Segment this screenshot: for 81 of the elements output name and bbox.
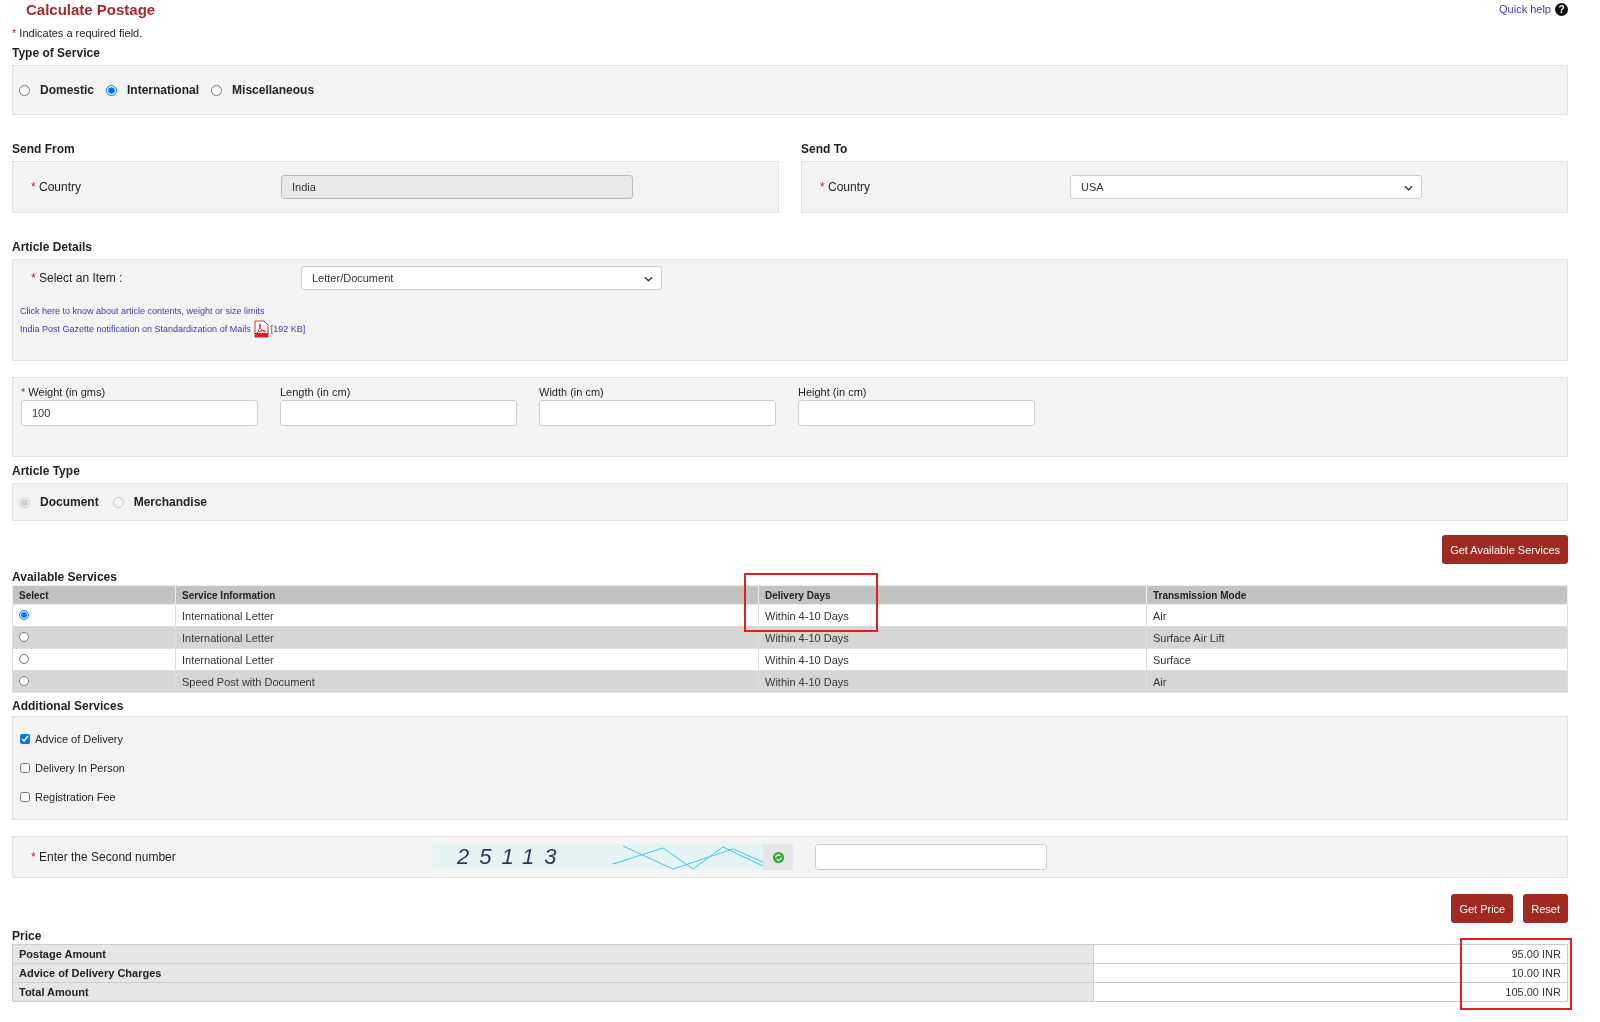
- radio-label: Domestic: [40, 83, 95, 97]
- captcha-input[interactable]: [815, 844, 1047, 870]
- input-field[interactable]: 100: [21, 400, 258, 426]
- required-mark: *: [12, 27, 17, 39]
- chevron-down-icon: [1404, 185, 1413, 191]
- table-cell: Surface Air Lift: [1146, 626, 1568, 649]
- item-dropdown[interactable]: Letter/Document: [301, 266, 662, 290]
- column-header: Service Information: [175, 585, 759, 605]
- section-heading: Available Services: [12, 570, 118, 584]
- field-label: Weight (in gms): [28, 386, 106, 398]
- table-cell: Within 4-10 Days: [758, 604, 1147, 627]
- input-field[interactable]: [280, 400, 517, 426]
- table-cell: Speed Post with Document: [175, 670, 759, 693]
- column-header: Transmission Mode: [1146, 585, 1568, 605]
- table-cell: Within 4-10 Days: [758, 648, 1147, 671]
- section-heading: Article Details: [12, 240, 94, 254]
- section-heading: Type of Service: [12, 46, 101, 60]
- price-value: 95.00 INR: [1093, 944, 1568, 964]
- captcha-image: 25113: [433, 844, 763, 870]
- table-cell: Air: [1146, 670, 1568, 693]
- field-label: Country: [39, 180, 82, 194]
- info-link[interactable]: Click here to know about article contents, weight or size limits: [20, 306, 265, 316]
- section-heading: Send To: [801, 142, 849, 156]
- input-field[interactable]: [539, 400, 776, 426]
- field-label: Length (in cm): [280, 386, 351, 398]
- radio-button[interactable]: [19, 653, 29, 664]
- quick-help-link[interactable]: Quick help: [1499, 3, 1551, 15]
- radio-button[interactable]: [106, 84, 118, 96]
- action-button[interactable]: Get Price: [1451, 894, 1514, 923]
- required-mark: *: [31, 850, 36, 864]
- checkbox[interactable]: [20, 734, 30, 744]
- chevron-down-icon: [644, 276, 653, 282]
- table-cell: Within 4-10 Days: [758, 670, 1147, 693]
- radio-button[interactable]: [19, 675, 29, 686]
- pdf-icon[interactable]: [251, 320, 270, 338]
- radio-button[interactable]: [19, 631, 29, 642]
- section-heading: Additional Services: [12, 699, 125, 713]
- checkbox[interactable]: [20, 792, 30, 802]
- input-field[interactable]: [798, 400, 1035, 426]
- field-label: Country: [828, 180, 871, 194]
- table-cell: International Letter: [175, 626, 759, 649]
- required-note: Indicates a required field.: [19, 27, 143, 39]
- checkbox[interactable]: [20, 763, 30, 773]
- radio-button[interactable]: [19, 609, 29, 620]
- section-heading: Price: [12, 929, 43, 943]
- price-value: 10.00 INR: [1093, 963, 1568, 983]
- get-services-button[interactable]: Get Available Services: [1442, 535, 1568, 564]
- radio-button[interactable]: [19, 84, 30, 96]
- checkbox-label: Delivery In Person: [35, 762, 125, 774]
- page-title: Calculate Postage: [26, 0, 157, 18]
- checkbox-label: Registration Fee: [35, 791, 116, 803]
- refresh-icon[interactable]: [771, 850, 785, 864]
- table-cell: International Letter: [175, 604, 759, 627]
- table-cell: Surface: [1146, 648, 1568, 671]
- column-header: Select: [12, 585, 176, 605]
- country-dropdown[interactable]: USA: [1070, 175, 1422, 199]
- file-size-link[interactable]: [192 KB]: [270, 324, 306, 334]
- radio-label: Document: [40, 495, 99, 509]
- section-heading: Article Type: [12, 464, 81, 478]
- info-link[interactable]: India Post Gazette notification on Standardization of Mails: [20, 324, 251, 334]
- action-button[interactable]: Reset: [1523, 894, 1568, 923]
- checkbox-label: Advice of Delivery: [35, 733, 124, 745]
- field-label: Width (in cm): [539, 386, 604, 398]
- section-heading: Send From: [12, 142, 76, 156]
- price-label: Postage Amount: [12, 944, 1094, 964]
- radio-label: Merchandise: [133, 495, 208, 509]
- field-label: Enter the Second number: [39, 850, 176, 864]
- required-mark: *: [31, 271, 36, 285]
- country-field[interactable]: India: [281, 175, 633, 199]
- radio-label: International: [127, 83, 200, 97]
- table-cell: International Letter: [175, 648, 759, 671]
- required-mark: *: [31, 180, 36, 194]
- field-label: Select an Item :: [39, 271, 123, 285]
- radio-button[interactable]: [211, 84, 223, 96]
- field-label: Height (in cm): [798, 386, 867, 398]
- table-cell: Air: [1146, 604, 1568, 627]
- price-value: 105.00 INR: [1093, 982, 1568, 1002]
- radio-label: Miscellaneous: [232, 83, 315, 97]
- required-mark: *: [21, 386, 26, 398]
- required-mark: *: [820, 180, 825, 194]
- help-icon[interactable]: ?: [1555, 2, 1568, 16]
